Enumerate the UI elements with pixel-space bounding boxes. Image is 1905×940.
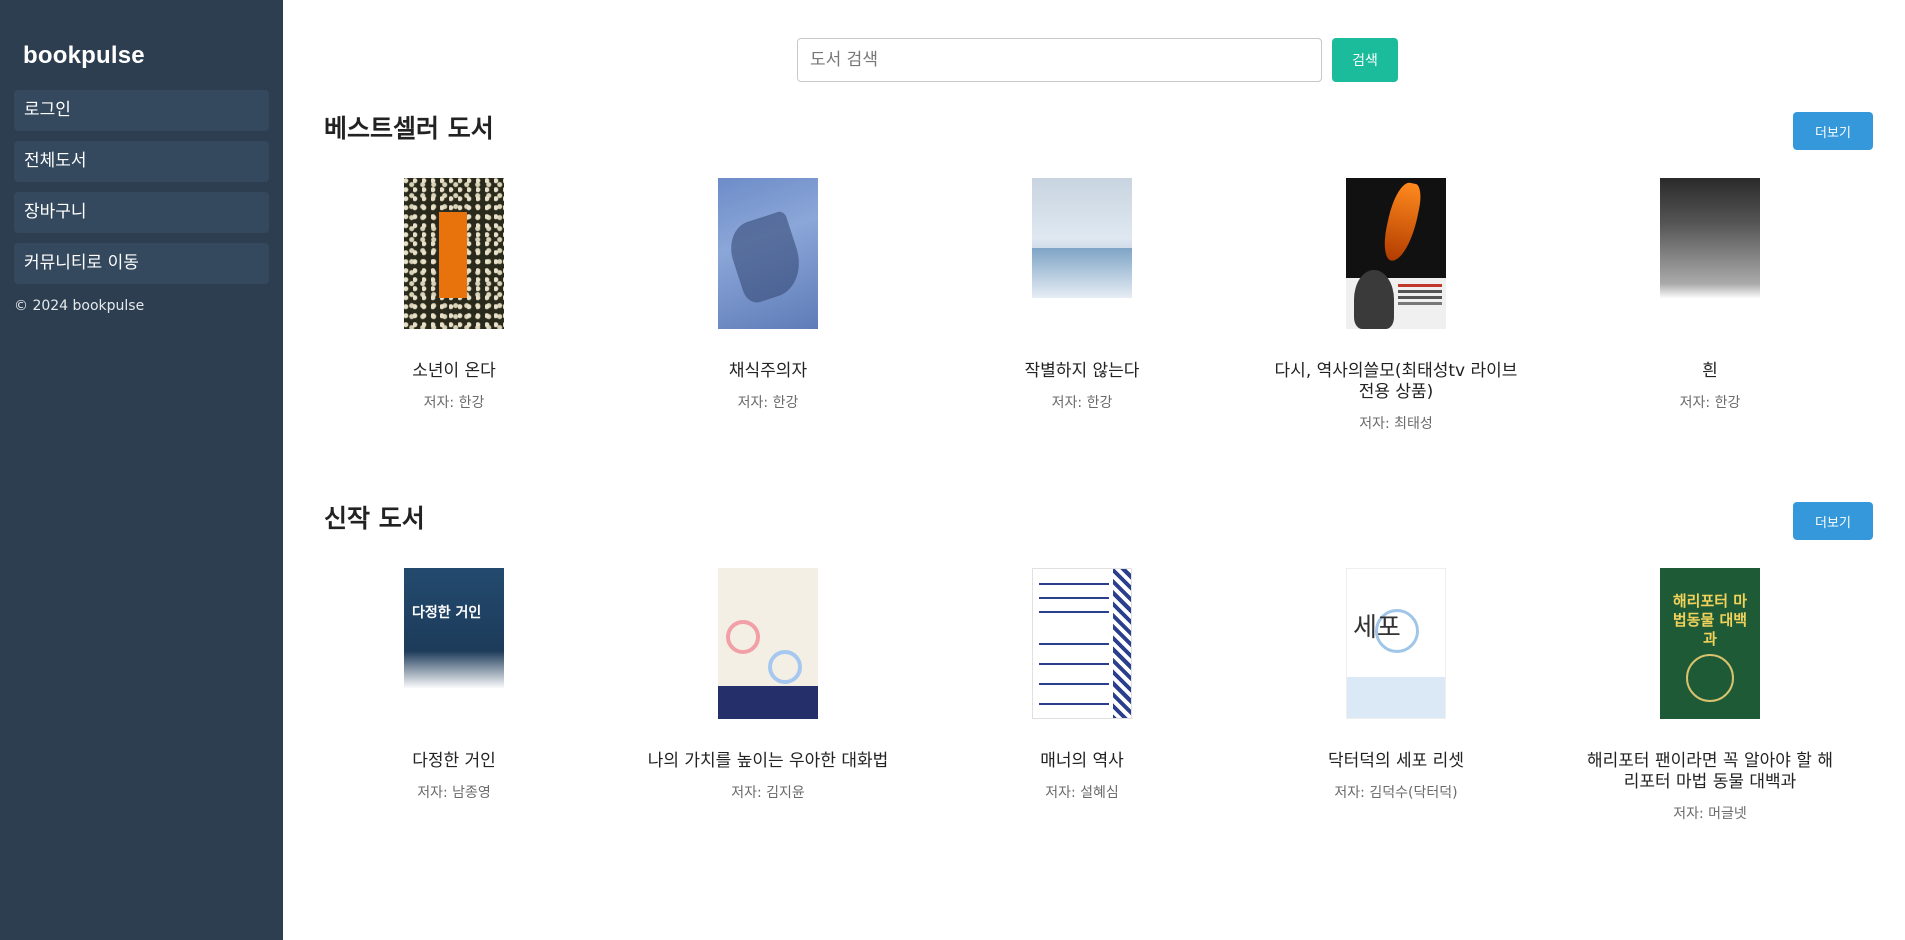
search-bar: 검색: [797, 38, 1398, 82]
book-card[interactable]: 해리포터 마법동물 대백과 해리포터 팬이라면 꼭 알아야 할 해리포터 마법 …: [1580, 568, 1840, 823]
book-title[interactable]: 다정한 거인: [324, 751, 584, 772]
book-cover-image[interactable]: [1346, 178, 1446, 329]
book-cover-image[interactable]: [1032, 178, 1132, 329]
book-card[interactable]: 다정한 거인 다정한 거인 저자: 남종영: [324, 568, 584, 802]
search-input[interactable]: [797, 38, 1322, 82]
sidebar-item-cart[interactable]: 장바구니: [14, 192, 269, 233]
sidebar-item-all-books[interactable]: 전체도서: [14, 141, 269, 182]
book-row: 소년이 온다 저자: 한강 채식주의자 저자: 한강 작별하지 않는다 저자: …: [324, 178, 1873, 498]
book-card[interactable]: 다시, 역사의쓸모(최태성tv 라이브 전용 상품) 저자: 최태성: [1266, 178, 1526, 433]
copyright: © 2024 bookpulse: [14, 298, 145, 314]
book-cover-image[interactable]: [718, 178, 818, 329]
section-header: 신작 도서 더보기: [324, 502, 1873, 546]
book-cover-image[interactable]: [1660, 178, 1760, 329]
more-button[interactable]: 더보기: [1793, 502, 1873, 540]
book-author: 저자: 김덕수(닥터덕): [1334, 785, 1458, 801]
book-title[interactable]: 닥터덕의 세포 리셋: [1266, 751, 1526, 772]
cover-title: 세포: [1353, 613, 1401, 643]
book-title[interactable]: 작별하지 않는다: [952, 361, 1212, 382]
sidebar-nav: 로그인 전체도서 장바구니 커뮤니티로 이동: [14, 90, 269, 284]
book-cover-image[interactable]: [404, 178, 504, 329]
sidebar-item-community[interactable]: 커뮤니티로 이동: [14, 243, 269, 284]
book-cover-image[interactable]: [1032, 568, 1132, 719]
book-author: 저자: 한강: [737, 395, 799, 411]
book-card[interactable]: 소년이 온다 저자: 한강: [324, 178, 584, 412]
book-title[interactable]: 흰: [1580, 361, 1840, 382]
book-author: 저자: 한강: [423, 395, 485, 411]
book-author: 저자: 한강: [1679, 395, 1741, 411]
book-author: 저자: 설혜심: [1045, 785, 1119, 801]
book-card[interactable]: 매너의 역사 저자: 설혜심: [952, 568, 1212, 802]
section-title: 베스트셀러 도서: [324, 114, 494, 143]
book-author: 저자: 김지윤: [731, 785, 805, 801]
book-author: 저자: 최태성: [1359, 416, 1433, 432]
book-row: 다정한 거인 다정한 거인 저자: 남종영 나의 가치를 높이는 우아한 대화법…: [324, 568, 1873, 888]
book-cover-image[interactable]: [718, 568, 818, 719]
book-author: 저자: 남종영: [417, 785, 491, 801]
book-cover-image[interactable]: 세포: [1346, 568, 1446, 719]
book-title[interactable]: 다시, 역사의쓸모(최태성tv 라이브 전용 상품): [1266, 361, 1526, 403]
sidebar-item-login[interactable]: 로그인: [14, 90, 269, 131]
section-title: 신작 도서: [324, 504, 425, 533]
brand-logo[interactable]: bookpulse: [23, 42, 269, 72]
main-content: 검색 베스트셀러 도서 더보기 소년이 온다 저자: 한강 채식주의자 저자: …: [283, 0, 1905, 940]
sidebar: bookpulse 로그인 전체도서 장바구니 커뮤니티로 이동 © 2024 …: [0, 0, 283, 940]
book-author: 저자: 한강: [1051, 395, 1113, 411]
more-button[interactable]: 더보기: [1793, 112, 1873, 150]
book-card[interactable]: 세포 닥터덕의 세포 리셋 저자: 김덕수(닥터덕): [1266, 568, 1526, 802]
book-title[interactable]: 채식주의자: [638, 361, 898, 382]
book-title[interactable]: 매너의 역사: [952, 751, 1212, 772]
book-cover-image[interactable]: 다정한 거인: [404, 568, 504, 719]
book-title[interactable]: 해리포터 팬이라면 꼭 알아야 할 해리포터 마법 동물 대백과: [1580, 751, 1840, 793]
book-title[interactable]: 나의 가치를 높이는 우아한 대화법: [638, 751, 898, 772]
book-card[interactable]: 나의 가치를 높이는 우아한 대화법 저자: 김지윤: [638, 568, 898, 802]
section-header: 베스트셀러 도서 더보기: [324, 112, 1873, 156]
cover-title: 해리포터 마법동물 대백과: [1672, 592, 1748, 648]
book-title[interactable]: 소년이 온다: [324, 361, 584, 382]
book-cover-image[interactable]: 해리포터 마법동물 대백과: [1660, 568, 1760, 719]
cover-title: 다정한 거인: [412, 605, 482, 621]
book-card[interactable]: 작별하지 않는다 저자: 한강: [952, 178, 1212, 412]
book-card[interactable]: 채식주의자 저자: 한강: [638, 178, 898, 412]
search-button[interactable]: 검색: [1332, 38, 1398, 82]
new-books-section: 신작 도서 더보기 다정한 거인 다정한 거인 저자: 남종영 나의 가치를 높…: [324, 502, 1873, 888]
book-card[interactable]: 흰 저자: 한강: [1580, 178, 1840, 412]
bestseller-section: 베스트셀러 도서 더보기 소년이 온다 저자: 한강 채식주의자 저자: 한강 …: [324, 112, 1873, 498]
book-author: 저자: 머글넷: [1673, 806, 1747, 822]
